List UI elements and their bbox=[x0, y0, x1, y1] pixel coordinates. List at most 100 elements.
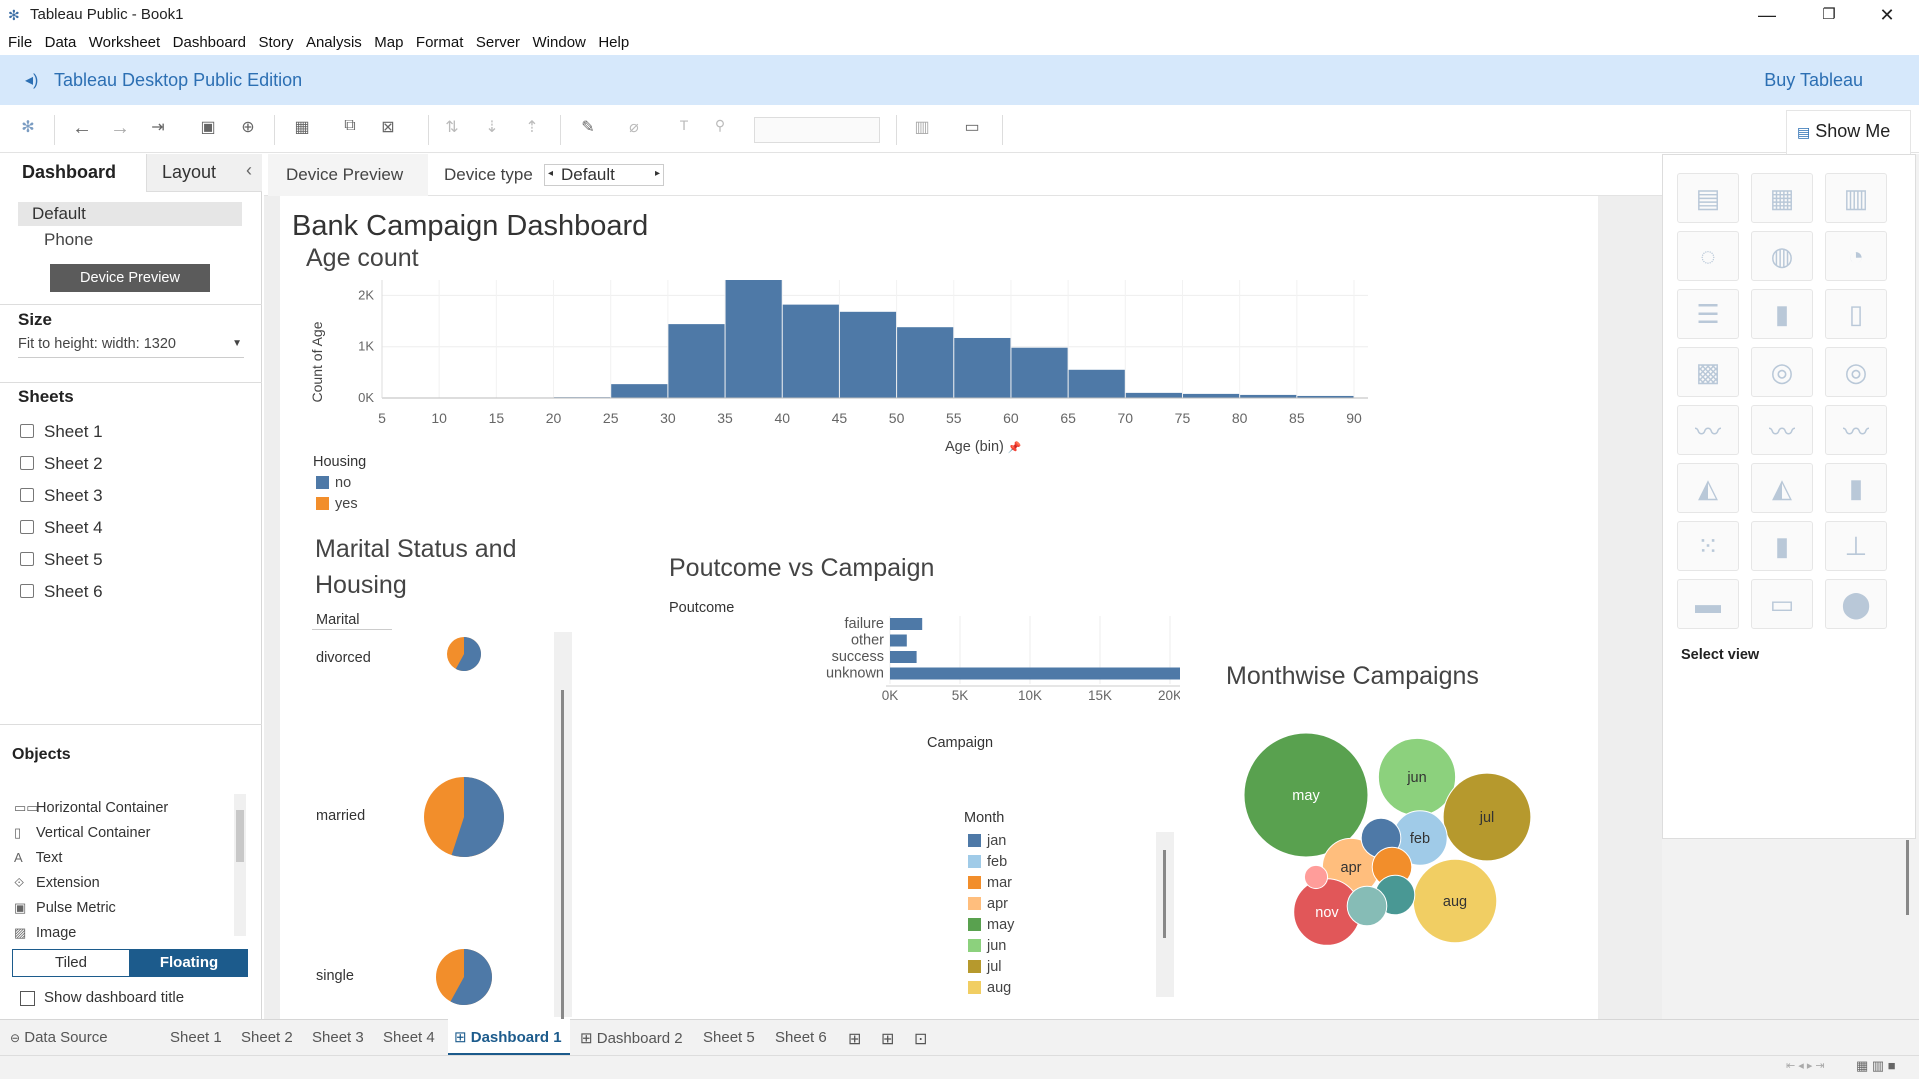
tab-sheet-1[interactable]: Sheet 1 bbox=[170, 1029, 222, 1046]
object-text[interactable]: A Text bbox=[14, 850, 62, 866]
device-phone[interactable]: Phone bbox=[44, 230, 93, 250]
tab-layout[interactable]: Layout bbox=[162, 162, 216, 183]
gantt-icon[interactable]: ▬ bbox=[1677, 579, 1739, 629]
symbol-map-icon[interactable]: ◌ bbox=[1677, 231, 1739, 281]
buy-tableau-link[interactable]: Buy Tableau bbox=[1764, 70, 1863, 91]
area-discrete-icon[interactable]: ◭ bbox=[1751, 463, 1813, 513]
highlight-icon[interactable]: ✎ bbox=[576, 117, 600, 137]
show-title-checkbox[interactable] bbox=[20, 991, 35, 1006]
bullet-icon[interactable]: ▭ bbox=[1751, 579, 1813, 629]
histogram-icon[interactable]: ▮ bbox=[1751, 521, 1813, 571]
prev-device-icon[interactable]: ◂ bbox=[548, 168, 553, 179]
new-story-tab-icon[interactable]: ⊡ bbox=[914, 1029, 927, 1049]
tab-sheet-2[interactable]: Sheet 2 bbox=[241, 1029, 293, 1046]
line-discrete-icon[interactable]: 〰 bbox=[1751, 405, 1813, 455]
duplicate-sheet-icon[interactable]: ⧉ bbox=[338, 117, 362, 135]
line-continuous-icon[interactable]: 〰 bbox=[1677, 405, 1739, 455]
dual-combination-icon[interactable]: ▮ bbox=[1825, 463, 1887, 513]
month-legend-feb[interactable]: feb bbox=[968, 854, 1014, 875]
new-worksheet-tab-icon[interactable]: ⊞ bbox=[848, 1029, 861, 1049]
scatter-icon[interactable]: ⁙ bbox=[1677, 521, 1739, 571]
heat-map-icon[interactable]: ▦ bbox=[1751, 173, 1813, 223]
tab-dashboard[interactable]: Dashboard bbox=[22, 162, 116, 183]
menu-dashboard[interactable]: Dashboard bbox=[173, 30, 246, 55]
object-pulse-metric[interactable]: ▣ Pulse Metric bbox=[14, 900, 116, 916]
restore-button[interactable]: ❐ bbox=[1806, 0, 1852, 30]
month-legend-jul[interactable]: jul bbox=[968, 959, 1014, 980]
housing-legend-no[interactable]: no bbox=[316, 475, 351, 491]
sort-ascending-icon[interactable]: ⇣ bbox=[480, 117, 504, 137]
circle-view-icon[interactable]: ◎ bbox=[1751, 347, 1813, 397]
month-legend-aug[interactable]: aug bbox=[968, 980, 1014, 1001]
month-legend-scrollbar[interactable] bbox=[1156, 832, 1174, 997]
dual-line-icon[interactable]: 〰 bbox=[1825, 405, 1887, 455]
show-cards-icon[interactable]: ▥ bbox=[910, 117, 934, 137]
group-icon[interactable]: ⌀ bbox=[622, 117, 646, 137]
month-legend-mar[interactable]: mar bbox=[968, 875, 1014, 896]
housing-legend-yes[interactable]: yes bbox=[316, 496, 358, 512]
sheet-item-3[interactable]: Sheet 3 bbox=[20, 486, 103, 506]
month-legend-jan[interactable]: jan bbox=[968, 833, 1014, 854]
tab-sheet-4[interactable]: Sheet 4 bbox=[383, 1029, 435, 1046]
month-legend-jun[interactable]: jun bbox=[968, 938, 1014, 959]
redo-icon[interactable]: → bbox=[108, 117, 132, 140]
sheet-item-2[interactable]: Sheet 2 bbox=[20, 454, 103, 474]
packed-bubbles-icon[interactable]: ⬤ bbox=[1825, 579, 1887, 629]
replay-icon[interactable]: ⇥ bbox=[146, 117, 170, 137]
pie-icon[interactable]: ◔ bbox=[1825, 231, 1887, 281]
menu-file[interactable]: File bbox=[8, 30, 32, 55]
clear-sheet-icon[interactable]: ⊠ bbox=[376, 117, 400, 137]
device-type-selector[interactable]: ◂ Default ▸ bbox=[544, 164, 664, 186]
stacked-bar-icon[interactable]: ▮ bbox=[1751, 289, 1813, 339]
sheet-item-5[interactable]: Sheet 5 bbox=[20, 550, 103, 570]
size-dropdown[interactable]: Fit to height: width: 1320 ▼ bbox=[18, 336, 244, 358]
menu-format[interactable]: Format bbox=[416, 30, 464, 55]
save-icon[interactable]: ▣ bbox=[196, 117, 220, 137]
fit-dropdown[interactable] bbox=[754, 117, 880, 143]
menu-server[interactable]: Server bbox=[476, 30, 520, 55]
month-legend-apr[interactable]: apr bbox=[968, 896, 1014, 917]
filled-map-icon[interactable]: ◍ bbox=[1751, 231, 1813, 281]
sheet-nav-icon[interactable]: ⇤ ◂ ▸ ⇥ bbox=[1786, 1059, 1825, 1072]
objects-scrollbar[interactable] bbox=[234, 794, 246, 936]
tiled-button[interactable]: Tiled bbox=[12, 949, 130, 977]
swap-icon[interactable]: ⇅ bbox=[440, 117, 464, 137]
treemap-icon[interactable]: ▩ bbox=[1677, 347, 1739, 397]
floating-button[interactable]: Floating bbox=[130, 949, 248, 977]
tableau-home-icon[interactable]: ✻ bbox=[16, 117, 40, 137]
data-source-tab[interactable]: ⊖ Data Source bbox=[10, 1029, 108, 1046]
hbar-icon[interactable]: ☰ bbox=[1677, 289, 1739, 339]
show-me-button[interactable]: ▤ Show Me bbox=[1786, 110, 1911, 154]
close-button[interactable]: ✕ bbox=[1864, 0, 1910, 30]
tab-sheet-3[interactable]: Sheet 3 bbox=[312, 1029, 364, 1046]
menu-story[interactable]: Story bbox=[258, 30, 293, 55]
canvas-scrollbar[interactable] bbox=[1906, 840, 1909, 915]
labels-icon[interactable]: T bbox=[672, 117, 696, 133]
sheet-item-1[interactable]: Sheet 1 bbox=[20, 422, 103, 442]
side-by-side-circle-icon[interactable]: ◎ bbox=[1825, 347, 1887, 397]
object-horizontal-container[interactable]: ▭▭ Horizontal Container bbox=[14, 800, 168, 816]
month-legend-may[interactable]: may bbox=[968, 917, 1014, 938]
menu-window[interactable]: Window bbox=[533, 30, 586, 55]
next-device-icon[interactable]: ▸ bbox=[655, 168, 660, 179]
presentation-mode-icon[interactable]: ▭ bbox=[960, 117, 984, 137]
new-data-source-icon[interactable]: ⊕ bbox=[236, 117, 260, 137]
menu-help[interactable]: Help bbox=[598, 30, 629, 55]
collapse-panel-icon[interactable]: ‹ bbox=[246, 160, 252, 181]
new-dashboard-tab-icon[interactable]: ⊞ bbox=[881, 1029, 894, 1049]
menu-analysis[interactable]: Analysis bbox=[306, 30, 362, 55]
highlight-table-icon[interactable]: ▥ bbox=[1825, 173, 1887, 223]
minimize-button[interactable]: — bbox=[1744, 0, 1790, 30]
fix-axes-icon[interactable]: ⚲ bbox=[708, 117, 732, 134]
undo-icon[interactable]: ← bbox=[70, 117, 94, 140]
marital-scrollbar[interactable] bbox=[554, 632, 572, 1020]
tab-sheet-6[interactable]: Sheet 6 bbox=[775, 1029, 827, 1046]
menu-data[interactable]: Data bbox=[45, 30, 77, 55]
area-continuous-icon[interactable]: ◭ bbox=[1677, 463, 1739, 513]
device-preview-button[interactable]: Device Preview bbox=[50, 264, 210, 292]
sheet-item-6[interactable]: Sheet 6 bbox=[20, 582, 103, 602]
side-by-side-bar-icon[interactable]: ▯ bbox=[1825, 289, 1887, 339]
object-extension[interactable]: ⟐ Extension bbox=[14, 875, 100, 891]
tab-dashboard-1[interactable]: ⊞ Dashboard 1 bbox=[448, 1019, 570, 1055]
text-table-icon[interactable]: ▤ bbox=[1677, 173, 1739, 223]
